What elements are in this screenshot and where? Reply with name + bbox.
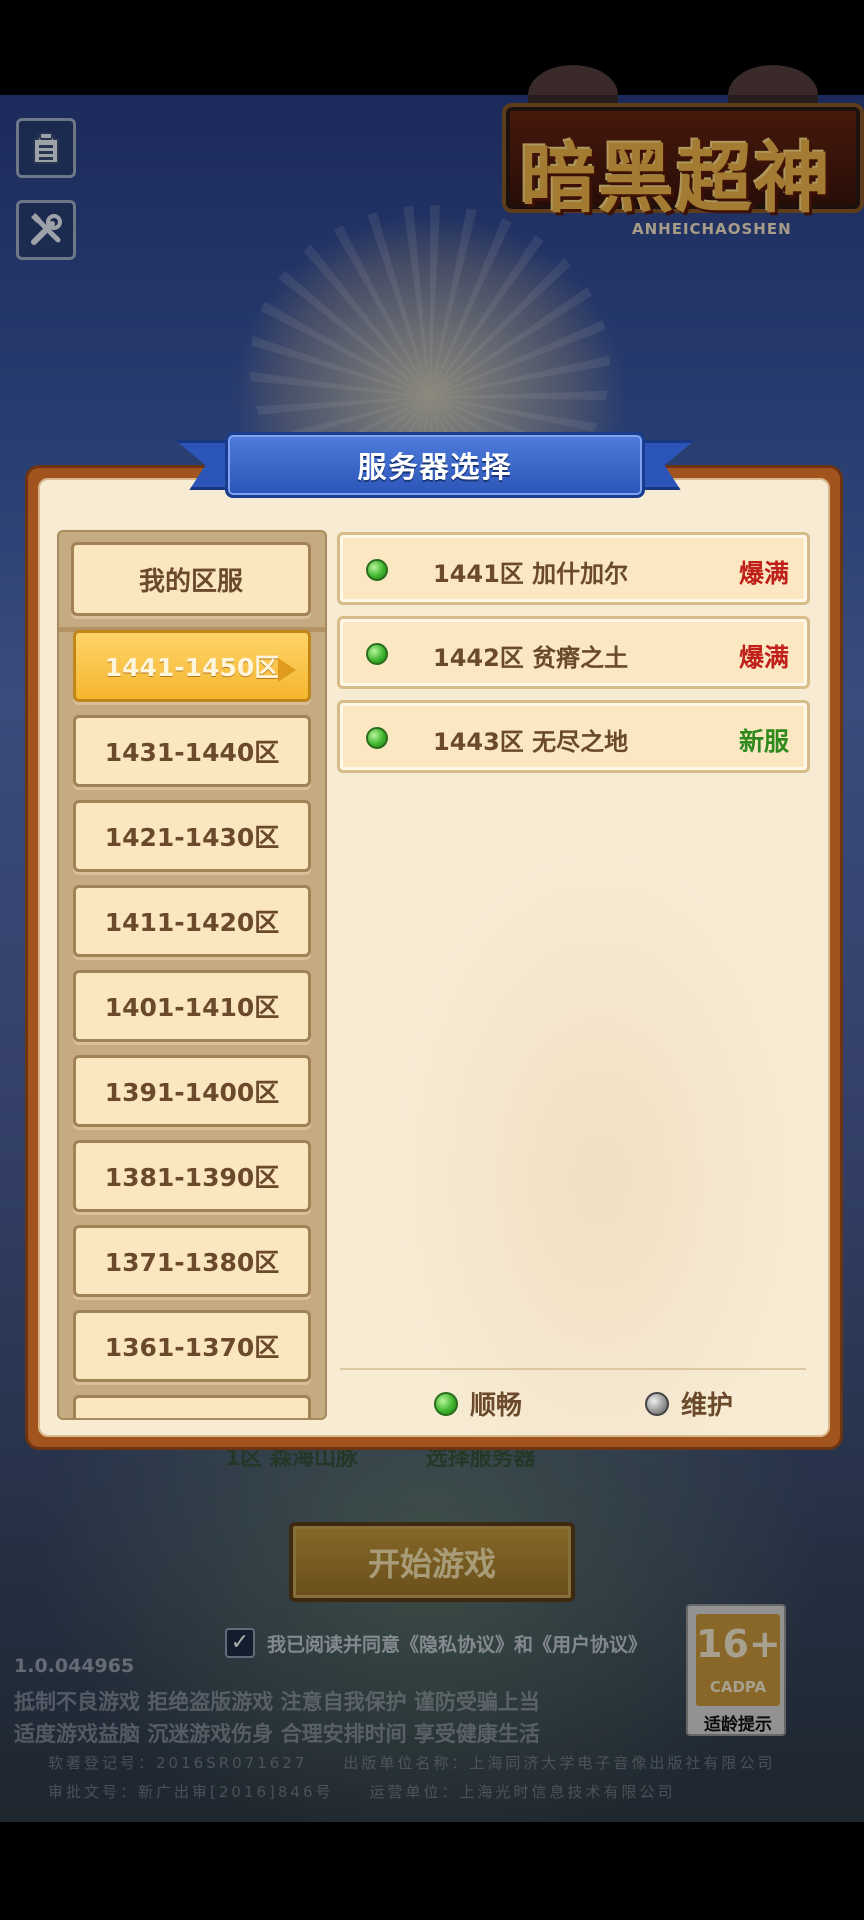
legend-smooth-label: 顺畅 (470, 1391, 523, 1421)
panel-title: 服务器选择 (357, 450, 513, 484)
legend-divider (340, 1368, 806, 1370)
zone-item-label: 1381-1390区 (104, 1163, 280, 1192)
gray-dot-icon (645, 1391, 669, 1416)
zone-item-partial[interactable] (73, 1395, 311, 1418)
status-green-icon (366, 727, 388, 749)
zone-item-label: 1391-1400区 (104, 1078, 280, 1107)
panel-title-ribbon: 服务器选择 (175, 420, 695, 510)
zone-item-label: 1361-1370区 (104, 1333, 280, 1362)
server-row[interactable]: 1443区 无尽之地 新服 (337, 700, 810, 773)
server-name: 1441区 加什加尔 (433, 560, 629, 588)
ribbon-plate: 服务器选择 (225, 432, 645, 498)
zone-item[interactable]: 1401-1410区 (73, 970, 311, 1042)
selected-arrow-icon (278, 658, 296, 682)
server-status: 新服 (738, 727, 789, 756)
server-status: 爆满 (738, 559, 789, 588)
legend-maintenance-label: 维护 (681, 1391, 734, 1421)
green-dot-icon (434, 1391, 458, 1416)
zone-item-label: 1411-1420区 (104, 908, 280, 937)
zone-item-label: 1431-1440区 (104, 738, 280, 767)
zone-item[interactable]: 1441-1450区 (73, 630, 311, 702)
bottom-black-bar (0, 1822, 864, 1920)
status-green-icon (366, 559, 388, 581)
zone-item[interactable]: 1421-1430区 (73, 800, 311, 872)
status-green-icon (366, 643, 388, 665)
zone-item[interactable]: 1371-1380区 (73, 1225, 311, 1297)
zone-item[interactable]: 1381-1390区 (73, 1140, 311, 1212)
server-name: 1442区 贫瘠之土 (433, 644, 629, 672)
legend-maintenance: 维护 (645, 1385, 733, 1422)
zone-item-label: 1371-1380区 (104, 1248, 280, 1277)
zone-item[interactable]: 1391-1400区 (73, 1055, 311, 1127)
my-zone-button[interactable]: 我的区服 (71, 542, 311, 616)
server-status: 爆满 (738, 643, 789, 672)
server-row[interactable]: 1441区 加什加尔 爆满 (337, 532, 810, 605)
zone-item[interactable]: 1411-1420区 (73, 885, 311, 957)
zone-item-label: 1421-1430区 (104, 823, 280, 852)
legend-smooth: 顺畅 (434, 1385, 522, 1422)
zone-item[interactable]: 1431-1440区 (73, 715, 311, 787)
zone-item-label: 1401-1410区 (104, 993, 280, 1022)
zone-item[interactable]: 1361-1370区 (73, 1310, 311, 1382)
zone-item-label: 1441-1450区 (104, 653, 280, 682)
server-row[interactable]: 1442区 贫瘠之土 爆满 (337, 616, 810, 689)
zone-list-column[interactable]: 我的区服 1441-1450区 1431-1440区 1421-1430区 14… (57, 530, 327, 1420)
server-name: 1443区 无尽之地 (433, 728, 629, 756)
